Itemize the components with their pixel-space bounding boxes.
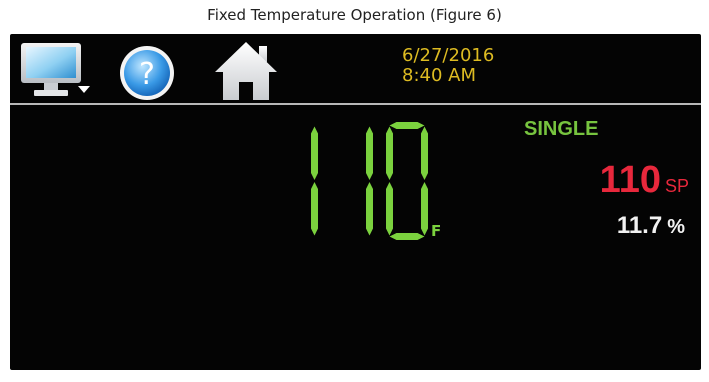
home-button[interactable] bbox=[213, 40, 279, 102]
home-icon bbox=[215, 42, 277, 100]
monitor-icon bbox=[21, 43, 90, 96]
temperature-segments bbox=[311, 122, 428, 240]
setpoint-readout: 110 SP bbox=[600, 158, 689, 202]
digit-0-segment-b bbox=[311, 126, 318, 180]
temperature-display bbox=[311, 122, 428, 240]
mode-label: SINGLE bbox=[524, 118, 599, 140]
figure-caption: Fixed Temperature Operation (Figure 6) bbox=[207, 6, 502, 24]
help-icon: ? bbox=[120, 46, 174, 100]
toolbar: ? 6/27/2016 8:40 AM bbox=[10, 34, 701, 106]
toolbar-divider bbox=[10, 103, 701, 105]
output-value: 11.7 bbox=[616, 212, 663, 239]
digit-2-segment-a bbox=[389, 122, 425, 129]
date-text: 6/27/2016 bbox=[402, 45, 495, 66]
output-readout: 11.7% bbox=[617, 212, 685, 240]
help-button[interactable]: ? bbox=[118, 44, 176, 102]
time-text: 8:40 AM bbox=[402, 65, 476, 86]
controller-screen: ? 6/27/2016 8:40 AM F SINGLE 110 SP 11.7… bbox=[10, 34, 701, 370]
monitor-button[interactable] bbox=[20, 42, 92, 100]
digit-2-segment-e bbox=[386, 182, 393, 236]
temperature-units: F bbox=[431, 222, 442, 240]
digit-1-segment-b bbox=[366, 126, 373, 180]
svg-text:?: ? bbox=[139, 57, 155, 92]
setpoint-value: 110 bbox=[599, 159, 661, 201]
digit-2-segment-f bbox=[386, 126, 393, 180]
digit-0-segment-c bbox=[311, 182, 318, 236]
digit-2-segment-c bbox=[421, 182, 428, 236]
setpoint-label: SP bbox=[664, 176, 689, 196]
date-time-display: 6/27/2016 8:40 AM bbox=[402, 46, 494, 86]
digit-2-segment-d bbox=[389, 233, 425, 240]
digit-2-segment-b bbox=[421, 126, 428, 180]
digit-1-segment-c bbox=[366, 182, 373, 236]
output-unit: % bbox=[667, 216, 685, 238]
